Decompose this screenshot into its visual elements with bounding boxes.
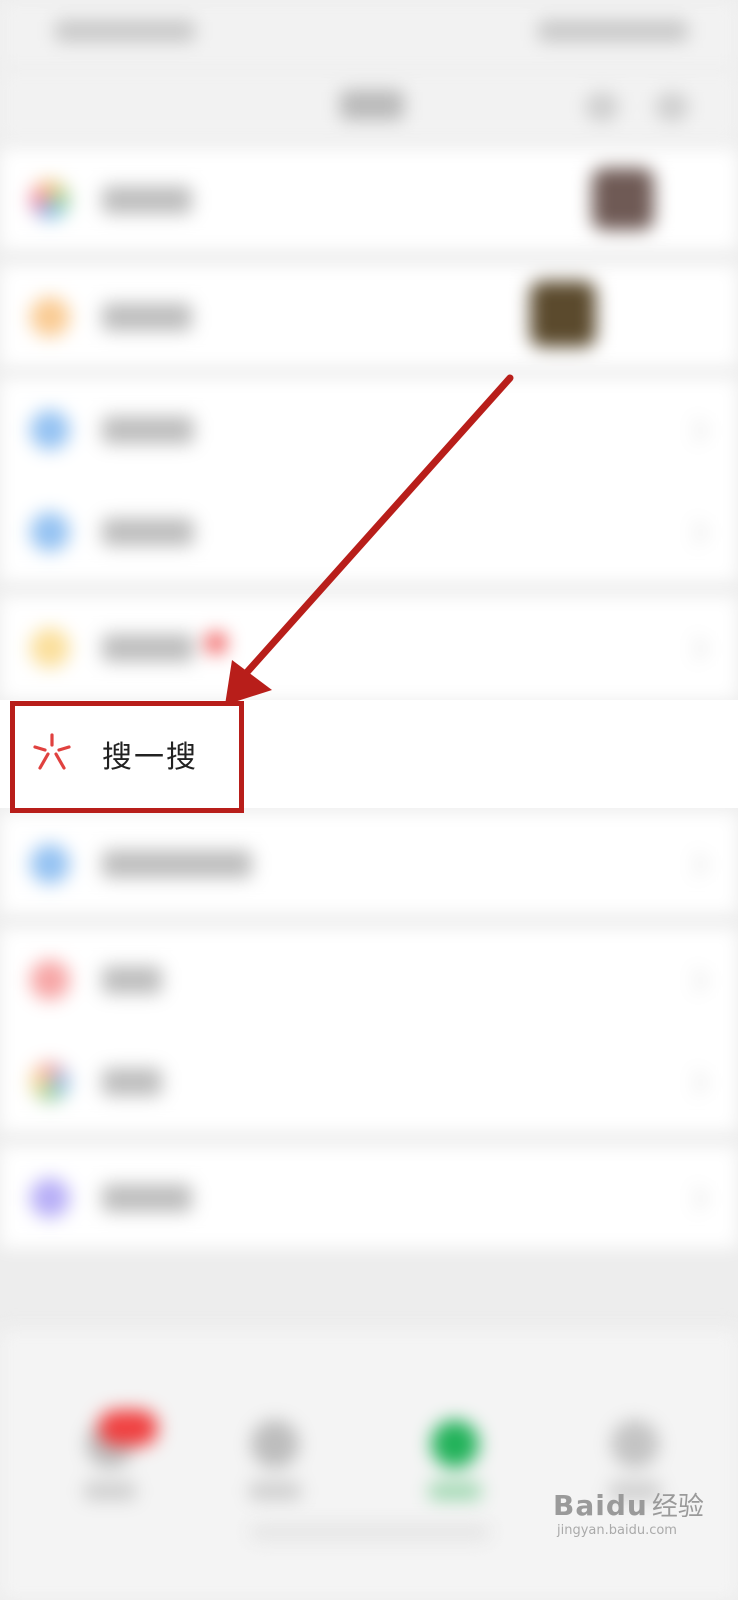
baidu-watermark: Baidu 经验 jingyan.baidu.com xyxy=(553,1486,704,1538)
pointer-arrow xyxy=(225,374,514,705)
watermark-suffix: 经验 xyxy=(651,1492,704,1522)
watermark-brand: Baidu xyxy=(553,1489,648,1522)
watermark-url: jingyan.baidu.com xyxy=(557,1523,677,1538)
